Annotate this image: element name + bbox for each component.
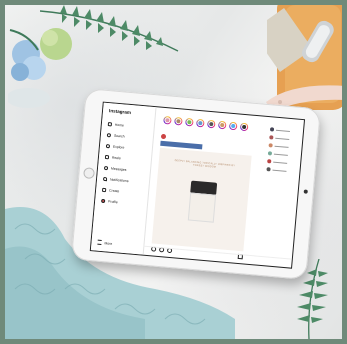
stories-row (162, 115, 249, 133)
plus-icon (102, 187, 107, 192)
story-item[interactable] (228, 121, 238, 132)
hydrangea-flowers (8, 28, 72, 108)
nav-label: Reels (111, 155, 121, 160)
story-item[interactable] (239, 122, 249, 133)
nav-label: Create (108, 187, 120, 193)
message-icon (103, 165, 109, 170)
camera-dot (303, 189, 308, 194)
jar-brand (191, 194, 215, 202)
compass-icon (105, 143, 111, 148)
sidebar: Instagram Home Search Explore Reels Mess… (90, 102, 157, 255)
tablet-screen: Instagram Home Search Explore Reels Mess… (89, 101, 306, 269)
search-icon (106, 132, 112, 137)
nav-label: Notifications (109, 177, 129, 183)
post-headline: DEEPLY BALANCING TOPICALLY INSPIRED BY F… (174, 159, 236, 169)
more-label: More (104, 240, 113, 246)
nav-list: Home Search Explore Reels Messages Notif… (101, 118, 153, 209)
product-jar (187, 180, 218, 223)
home-button[interactable] (83, 167, 95, 180)
nav-label: Profile (108, 198, 118, 204)
suggestions-panel (266, 125, 302, 176)
home-icon (107, 121, 113, 126)
tablet-device: Instagram Home Search Explore Reels Mess… (70, 88, 322, 280)
nav-label: Search (113, 133, 125, 139)
feed: DEEPLY BALANCING TOPICALLY INSPIRED BY F… (147, 108, 271, 265)
reels-icon (104, 154, 110, 159)
nav-more[interactable]: More (97, 239, 113, 246)
story-item[interactable] (217, 120, 227, 131)
post-image[interactable]: DEEPLY BALANCING TOPICALLY INSPIRED BY F… (151, 147, 252, 252)
menu-icon (97, 239, 102, 245)
nav-label: Explore (112, 144, 125, 150)
story-item[interactable] (173, 116, 183, 127)
story-item[interactable] (162, 115, 172, 126)
story-item[interactable] (195, 118, 205, 129)
nav-label: Messages (110, 166, 127, 172)
app-logo[interactable]: Instagram (109, 108, 131, 115)
heart-icon (102, 176, 108, 181)
story-item[interactable] (206, 119, 216, 130)
suggestion-row[interactable] (266, 165, 299, 176)
avatar[interactable] (160, 133, 167, 139)
nav-label: Home (114, 122, 125, 127)
story-item[interactable] (184, 117, 194, 128)
profile-icon (101, 198, 106, 203)
